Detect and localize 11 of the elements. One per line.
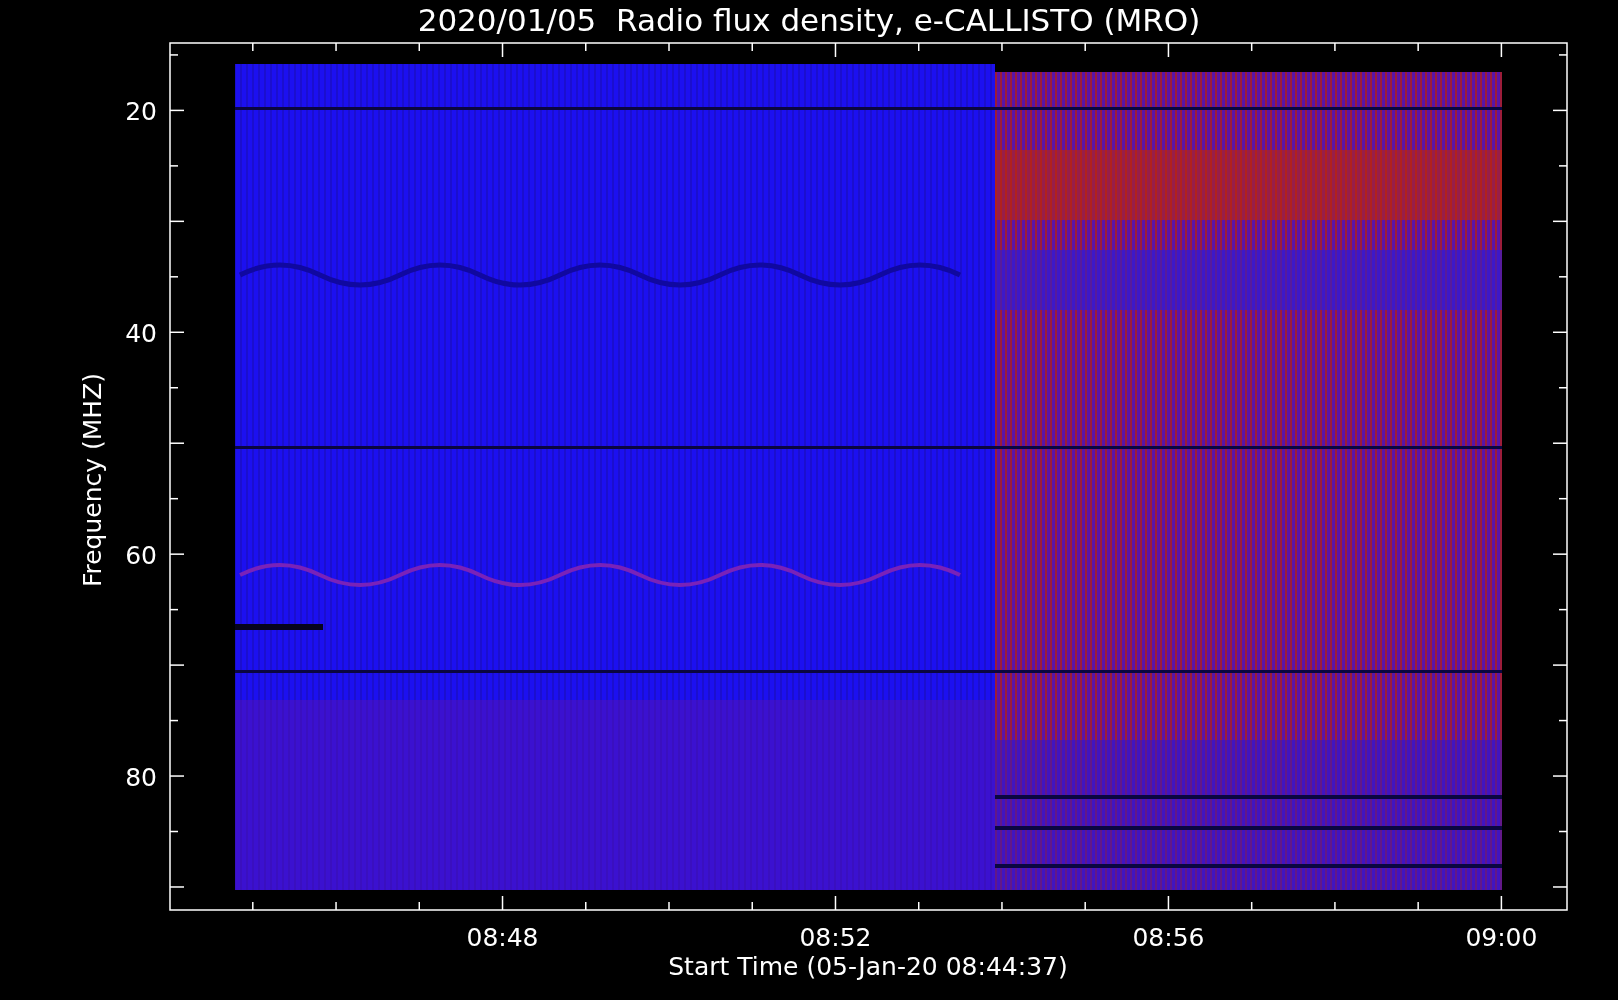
- x-axis-label: Start Time (05-Jan-20 08:44:37): [668, 952, 1068, 981]
- x-tick-label: 08:52: [799, 923, 872, 952]
- x-tick-label: 09:00: [1465, 923, 1538, 952]
- y-tick-label: 60: [125, 541, 157, 571]
- chart-title: 2020/01/05 Radio flux density, e-CALLISTO (MRO): [417, 2, 1201, 38]
- y-tick-label: 80: [125, 763, 157, 793]
- x-tick-label: 08:56: [1132, 923, 1205, 952]
- x-tick-label: 08:48: [466, 923, 539, 952]
- y-axis-label: Frequency (MHZ): [78, 372, 107, 588]
- y-tick-label: 20: [125, 97, 157, 127]
- y-tick-label: 40: [125, 319, 157, 349]
